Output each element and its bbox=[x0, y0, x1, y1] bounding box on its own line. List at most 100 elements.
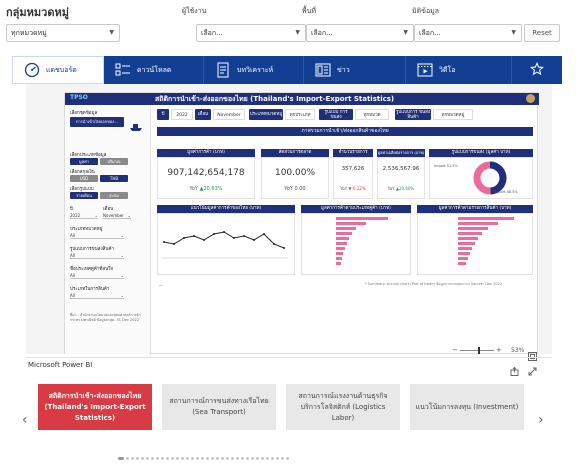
carousel-card-sea-transport[interactable]: สถานการณ์การขนส่งทางเรือไทย (Sea Transpor… bbox=[162, 384, 276, 430]
country-select-value: All bbox=[70, 273, 75, 278]
carousel-dot[interactable] bbox=[216, 457, 219, 460]
category-filter-label: กลุ่มหมวดหมู่ bbox=[6, 6, 69, 19]
chip-shipping-value[interactable]: ทุกหมวดหมู่ bbox=[433, 109, 473, 120]
carousel-dot[interactable] bbox=[241, 457, 244, 460]
carousel-dot[interactable] bbox=[161, 457, 164, 460]
powerbi-link[interactable]: Microsoft Power BI bbox=[28, 361, 92, 369]
carousel-dot[interactable] bbox=[201, 457, 204, 460]
carousel-dot[interactable] bbox=[146, 457, 149, 460]
carousel-dot[interactable] bbox=[211, 457, 214, 460]
carousel-dot[interactable] bbox=[246, 457, 249, 460]
carousel-dot[interactable] bbox=[166, 457, 169, 460]
carousel-dot[interactable] bbox=[276, 457, 279, 460]
country-select[interactable]: All ⌄ bbox=[70, 272, 124, 279]
carousel-dot[interactable] bbox=[118, 457, 124, 460]
month-label: เดือน bbox=[103, 207, 114, 212]
carousel-dot[interactable] bbox=[131, 457, 134, 460]
carousel-dot[interactable] bbox=[196, 457, 199, 460]
zoom-out-button[interactable]: − bbox=[452, 346, 458, 354]
carousel-dot[interactable] bbox=[256, 457, 259, 460]
zoom-in-button[interactable]: + bbox=[496, 346, 502, 354]
category-filter: กลุ่มหมวดหมู่ bbox=[6, 6, 69, 20]
carousel-dot[interactable] bbox=[186, 457, 189, 460]
carousel-dot[interactable] bbox=[231, 457, 234, 460]
carousel-dot[interactable] bbox=[286, 457, 289, 460]
type-option-value[interactable]: มูลค่า bbox=[70, 158, 98, 165]
fullscreen-icon[interactable] bbox=[528, 361, 537, 380]
page-root: กลุ่มหมวดหมู่ ทุกหมวดหมู่ ▼ ผู้ใช้งาน เล… bbox=[0, 0, 585, 467]
type-option-volume[interactable]: ปริมาณ bbox=[100, 158, 128, 165]
carousel-dot[interactable] bbox=[191, 457, 194, 460]
kpi-market-share: 100.00% YoY 0.00 bbox=[261, 157, 329, 199]
dataset-label: เลือกชุดข้อมูล bbox=[70, 111, 98, 116]
carousel-dot[interactable] bbox=[136, 457, 139, 460]
carousel-dot[interactable] bbox=[156, 457, 159, 460]
category-select[interactable]: ทุกหมวดหมู่ ▼ bbox=[6, 24, 120, 42]
zoom-slider[interactable] bbox=[460, 350, 494, 351]
area-select[interactable]: เลือก... ▼ bbox=[306, 24, 414, 42]
tab-dashboard[interactable]: แดชบอร์ด bbox=[12, 56, 104, 84]
product-select[interactable]: All ⌄ bbox=[70, 292, 124, 299]
carousel-card-investment[interactable]: แนวโน้มการลงทุน (Investment) bbox=[410, 384, 524, 430]
tab-analysis[interactable]: บทวิเคราะห์ bbox=[204, 56, 304, 84]
kpi-yoy-value: ▲20.63% bbox=[199, 186, 223, 192]
carousel-dot[interactable] bbox=[251, 457, 254, 460]
carousel-dot[interactable] bbox=[176, 457, 179, 460]
period-option-cumulative[interactable]: สะสม bbox=[100, 192, 128, 199]
dataset-select[interactable]: การนำเข้า/ส่งออกของ... bbox=[70, 117, 124, 127]
tab-favorite[interactable] bbox=[512, 56, 562, 84]
chip-year-value[interactable]: 2022 bbox=[171, 109, 193, 120]
carousel-dot[interactable] bbox=[236, 457, 239, 460]
currency-option-usd[interactable]: USD bbox=[70, 175, 98, 182]
owner-select[interactable]: เลือก... ▼ bbox=[196, 24, 306, 42]
carousel-prev-icon[interactable]: ‹ bbox=[22, 412, 28, 428]
share-icon[interactable] bbox=[510, 361, 519, 380]
kpi-yoy-label: YoY bbox=[340, 186, 348, 191]
chip-transport-value[interactable]: ทุกหมวด bbox=[355, 109, 389, 120]
tab-download[interactable]: ดาวน์โหลด bbox=[104, 56, 204, 84]
owner-filter-label: ผู้ใช้งาน bbox=[182, 7, 207, 15]
carousel-dot[interactable] bbox=[126, 457, 129, 460]
chevron-down-icon: ▼ bbox=[511, 29, 516, 36]
year-select[interactable]: 2022 ⌄ bbox=[70, 212, 98, 219]
source-select[interactable]: เลือก... ▼ bbox=[414, 24, 522, 42]
carousel-card-line1: สถานการณ์แรงงานด้านธุรกิจ bbox=[298, 391, 388, 400]
donut-title: รูปแบบการขนส่ง (มูลค่า บาท) bbox=[429, 149, 533, 157]
type-label: เลือกประเภทข้อมูล bbox=[70, 153, 107, 158]
month-select[interactable]: November ⌄ bbox=[103, 212, 131, 219]
chip-month-value[interactable]: November bbox=[213, 109, 245, 120]
carousel-dot[interactable] bbox=[261, 457, 264, 460]
tab-news[interactable]: ข่าว bbox=[304, 56, 406, 84]
carousel-dot[interactable] bbox=[141, 457, 144, 460]
carousel-dot[interactable] bbox=[271, 457, 274, 460]
chip-month-label: เดือน bbox=[195, 109, 211, 120]
period-option-monthly[interactable]: รายเดือน bbox=[70, 192, 98, 199]
kpi-title-average: มูลค่าเฉลี่ยต่อรายการ (บาท) bbox=[377, 149, 425, 157]
tab-video[interactable]: วิดีโอ bbox=[406, 56, 512, 84]
kpi-title-count: จำนวนรายการ bbox=[333, 149, 373, 157]
carousel-dot[interactable] bbox=[181, 457, 184, 460]
currency-label: เลือกสกุลเงิน bbox=[70, 170, 95, 175]
carousel-dot[interactable] bbox=[206, 457, 209, 460]
trend-line bbox=[163, 231, 285, 249]
carousel-card-logistics-labor[interactable]: สถานการณ์แรงงานด้านธุรกิจ บริการโลจิสติกส… bbox=[286, 384, 400, 430]
report-source-note: ที่มา : สำนักงานนโยบายและยุทธศาสตร์การค้… bbox=[70, 313, 141, 322]
carousel-card-import-export[interactable]: สถิติการนำเข้า-ส่งออกของไทย (Thailand's I… bbox=[38, 384, 152, 430]
carousel-dot[interactable] bbox=[171, 457, 174, 460]
bar-chart-products bbox=[417, 213, 533, 275]
trade-select[interactable]: All ⌄ bbox=[70, 252, 124, 259]
carousel-dot[interactable] bbox=[151, 457, 154, 460]
carousel-dot[interactable] bbox=[281, 457, 284, 460]
zoom-slider-thumb[interactable] bbox=[478, 347, 481, 354]
group-select[interactable]: All ⌄ bbox=[70, 232, 124, 239]
gauge-icon bbox=[23, 61, 41, 79]
chip-group-value[interactable]: ทุกประเภท bbox=[285, 109, 315, 120]
carousel-dot[interactable] bbox=[266, 457, 269, 460]
carousel-dot[interactable] bbox=[226, 457, 229, 460]
carousel-dot[interactable] bbox=[221, 457, 224, 460]
carousel-next-icon[interactable]: › bbox=[538, 412, 544, 428]
owner-select-value: เลือก... bbox=[201, 29, 223, 37]
currency-option-thb[interactable]: THB bbox=[100, 175, 128, 182]
reset-button[interactable]: Reset bbox=[524, 24, 560, 42]
source-select-value: เลือก... bbox=[419, 29, 441, 37]
